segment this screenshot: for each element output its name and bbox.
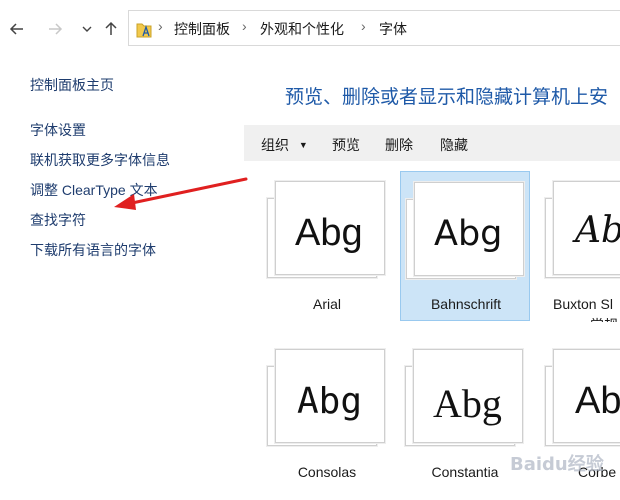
font-sample: Abg: [297, 381, 363, 422]
back-button[interactable]: [6, 18, 28, 40]
font-style-name: 常规: [590, 315, 618, 322]
font-sample: Abg: [295, 212, 363, 254]
chevron-down-icon: ▼: [298, 140, 308, 150]
organize-menu[interactable]: 组织 ▼: [261, 135, 308, 155]
font-tile-bahnschrift[interactable]: Abg Bahnschrift: [400, 171, 530, 321]
sidebar-link-download-fonts[interactable]: 下载所有语言的字体: [30, 240, 156, 260]
font-name: Arial: [312, 296, 341, 312]
forward-button[interactable]: [44, 18, 66, 40]
breadcrumb-control-panel[interactable]: 控制面板: [174, 19, 230, 39]
sidebar-home-link[interactable]: 控制面板主页: [30, 75, 114, 95]
breadcrumb-separator: ›: [242, 18, 247, 34]
page-title: 预览、删除或者显示和隐藏计算机上安: [285, 87, 609, 108]
font-name: Bahnschrift: [430, 296, 502, 312]
arrow-up-icon: [105, 21, 117, 35]
breadcrumb-fonts[interactable]: 字体: [379, 19, 407, 39]
preview-button[interactable]: 预览: [332, 135, 360, 155]
font-tile-arial[interactable]: Abg Arial: [262, 172, 392, 322]
sidebar-link-font-settings[interactable]: 字体设置: [30, 120, 86, 140]
breadcrumb-separator: ›: [158, 18, 163, 34]
font-sample: Abg: [434, 214, 503, 254]
font-name: Consolas: [297, 464, 357, 480]
sidebar-link-find-character[interactable]: 查找字符: [30, 210, 86, 230]
font-sample: Abg: [575, 210, 620, 251]
command-bar: 组织 ▼ 预览 删除 隐藏: [244, 125, 620, 161]
font-sample: Ab: [575, 380, 620, 422]
watermark: Baidu经验: [510, 454, 604, 475]
fonts-folder-icon: [136, 23, 152, 38]
recent-locations-button[interactable]: [76, 18, 98, 40]
sidebar-link-online-fonts[interactable]: 联机获取更多字体信息: [30, 150, 170, 170]
breadcrumb-appearance[interactable]: 外观和个性化: [260, 19, 344, 39]
font-name: Buxton Sl: [553, 296, 613, 312]
chevron-down-icon: [82, 26, 92, 32]
font-sample: Abg: [433, 381, 502, 426]
arrow-right-icon: [49, 23, 63, 35]
breadcrumb-separator: ›: [361, 18, 366, 34]
arrow-left-icon: [9, 23, 23, 35]
font-tile-buxton-sketch[interactable]: Abg Buxton Sl 常规: [540, 172, 620, 322]
up-button[interactable]: [100, 18, 122, 40]
annotation-arrow: [114, 177, 248, 210]
font-tile-consolas[interactable]: Abg Consolas: [262, 340, 392, 490]
delete-button[interactable]: 删除: [385, 135, 413, 155]
address-bar[interactable]: › 控制面板 › 外观和个性化 › 字体: [128, 10, 620, 46]
organize-label: 组织: [261, 137, 289, 153]
hide-button[interactable]: 隐藏: [440, 135, 468, 155]
